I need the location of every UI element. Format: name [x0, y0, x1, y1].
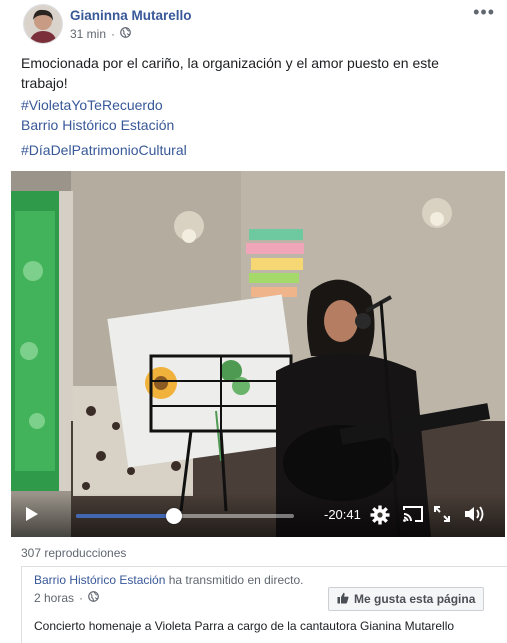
- facebook-post: Gianinna Mutarello 31 min · ••• Emociona…: [0, 0, 507, 643]
- dot-separator: ·: [79, 591, 84, 605]
- shared-header: Barrio Histórico Estación ha transmitido…: [34, 573, 303, 587]
- progress-bar[interactable]: [76, 508, 294, 524]
- globe-icon: [88, 591, 99, 605]
- mention-barrio-historico[interactable]: Barrio Histórico Estación: [21, 117, 174, 133]
- shared-action: ha transmitido en directo.: [168, 573, 304, 587]
- video-frame: [11, 171, 505, 537]
- settings-gear-icon[interactable]: [370, 505, 390, 530]
- post-time[interactable]: 31 min: [70, 27, 106, 41]
- cast-icon[interactable]: [402, 505, 424, 528]
- view-count: 307 reproducciones: [21, 546, 127, 560]
- shared-page-name[interactable]: Barrio Histórico Estación: [34, 573, 165, 587]
- play-icon[interactable]: [25, 506, 39, 527]
- remaining-time: -20:41: [324, 507, 361, 522]
- like-page-label: Me gusta esta página: [354, 592, 476, 606]
- video-controls: -20:41: [11, 493, 505, 537]
- video-player[interactable]: -20:41: [11, 171, 505, 537]
- globe-icon: [120, 27, 131, 41]
- volume-icon[interactable]: [464, 505, 486, 528]
- shared-description: Concierto homenaje a Violeta Parra a car…: [34, 619, 455, 633]
- author-avatar[interactable]: [23, 4, 63, 44]
- post-meta: 31 min ·: [70, 27, 131, 41]
- hashtag-dia-patrimonio[interactable]: #DíaDelPatrimonioCultural: [21, 142, 187, 158]
- shared-live-stream: Barrio Histórico Estación ha transmitido…: [21, 566, 507, 643]
- more-options-icon[interactable]: •••: [473, 2, 495, 23]
- progress-fill: [76, 514, 175, 518]
- dot-separator: ·: [111, 27, 116, 41]
- thumbs-up-icon: [337, 592, 349, 607]
- like-page-button[interactable]: Me gusta esta página: [328, 587, 485, 611]
- fullscreen-icon[interactable]: [434, 506, 450, 527]
- shared-meta: 2 horas ·: [34, 591, 99, 605]
- post-text: Emocionada por el cariño, la organizació…: [21, 55, 439, 91]
- progress-handle[interactable]: [166, 508, 183, 524]
- author-name[interactable]: Gianinna Mutarello: [70, 8, 192, 23]
- shared-time[interactable]: 2 horas: [34, 591, 74, 605]
- hashtag-violeta[interactable]: #VioletaYoTeRecuerdo: [21, 97, 163, 113]
